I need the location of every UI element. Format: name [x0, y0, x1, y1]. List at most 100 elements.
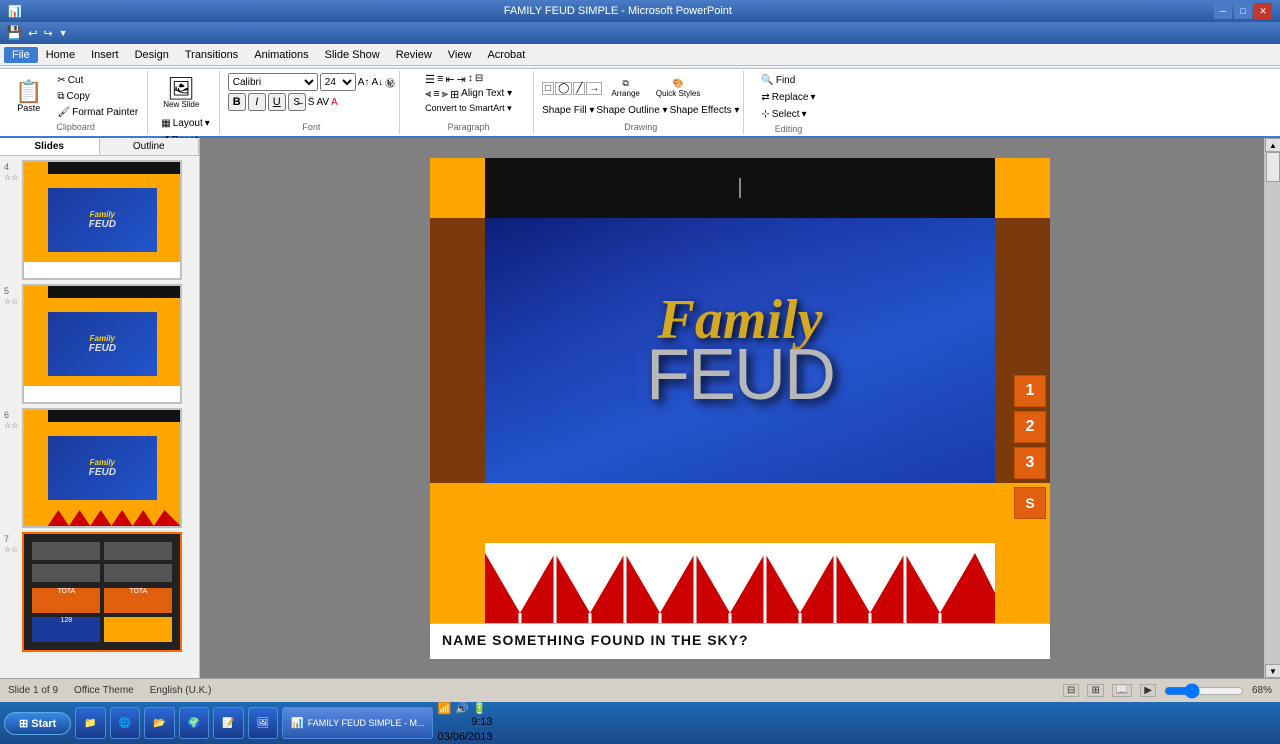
more-quickaccess[interactable]: ▼: [59, 28, 68, 38]
shape-line[interactable]: ╱: [573, 82, 585, 95]
start-button[interactable]: ⊞ Start: [4, 712, 71, 735]
taskbar-files[interactable]: 📂: [144, 707, 174, 739]
text-direction-button[interactable]: ↕: [468, 73, 473, 86]
shape-arrow[interactable]: →: [586, 82, 602, 95]
menu-slideshow[interactable]: Slide Show: [317, 47, 388, 63]
arrange-button[interactable]: ⧉ Arrange: [604, 73, 646, 103]
new-slide-button[interactable]: 🖼 New Slide: [156, 73, 206, 114]
taskbar-powerpoint[interactable]: 📊 FAMILY FEUD SIMPLE - M...: [282, 707, 433, 739]
convert-smartart-button[interactable]: Convert to SmartArt ▾: [425, 103, 512, 114]
menu-transitions[interactable]: Transitions: [177, 47, 246, 63]
top-right-cell: [995, 158, 1050, 218]
shape-fill-button[interactable]: Shape Fill ▾: [542, 105, 594, 116]
align-text-button[interactable]: Align Text ▾: [461, 88, 512, 101]
char-spacing-button[interactable]: AV: [316, 97, 329, 108]
decrease-indent-button[interactable]: ⇤: [445, 73, 454, 86]
tab-outline[interactable]: Outline: [100, 138, 200, 155]
menu-view[interactable]: View: [440, 47, 480, 63]
layout-button[interactable]: ▦ Layout ▾: [156, 116, 215, 131]
underline-button[interactable]: U: [268, 93, 286, 111]
save-quickaccess[interactable]: 💾: [6, 25, 22, 41]
maximize-button[interactable]: □: [1234, 3, 1252, 19]
bold-button[interactable]: B: [228, 93, 246, 111]
slide-thumb-6[interactable]: 6☆☆ FamilyFEUD: [4, 408, 195, 528]
menu-animations[interactable]: Animations: [246, 47, 316, 63]
taskbar-explorer[interactable]: 📁: [75, 707, 105, 739]
clear-format-button[interactable]: ㊙: [385, 75, 395, 90]
cut-button[interactable]: ✂ Cut: [52, 73, 143, 88]
italic-button[interactable]: I: [248, 93, 266, 111]
vertical-scrollbar[interactable]: ▲ ▼: [1264, 138, 1280, 678]
format-painter-button[interactable]: 🖌 Format Painter: [52, 105, 143, 120]
scroll-down-arrow[interactable]: ▼: [1265, 664, 1280, 678]
drawing-group: □ ◯ ╱ → ⧉ Arrange 🎨 Quick Styles: [538, 71, 744, 134]
shape-rect[interactable]: □: [542, 82, 554, 95]
bot-center-cell: [485, 483, 995, 543]
menu-review[interactable]: Review: [388, 47, 440, 63]
replace-icon: ⇄: [761, 92, 769, 103]
explorer-icon: 📁: [84, 718, 96, 729]
align-center-button[interactable]: ≡: [433, 88, 439, 101]
increase-font-button[interactable]: A↑: [358, 77, 370, 88]
network-icon[interactable]: 📶: [437, 702, 451, 715]
undo-quickaccess[interactable]: ↩: [28, 27, 37, 40]
top-left-cell: [430, 158, 485, 218]
cut-icon: ✂: [57, 75, 65, 86]
align-right-button[interactable]: ⫸: [442, 88, 448, 101]
taskbar-paint[interactable]: 🖼: [248, 707, 279, 739]
menu-insert[interactable]: Insert: [83, 47, 127, 63]
taskbar-wordpad[interactable]: 📝: [213, 707, 243, 739]
numbering-button[interactable]: ≡: [437, 73, 443, 86]
font-group: Calibri 24 A↑ A↓ ㊙ B I U S̶ S̈ AV A: [224, 71, 400, 134]
font-color-button[interactable]: A: [331, 97, 338, 108]
tab-slides[interactable]: Slides: [0, 138, 100, 155]
taskbar-browser[interactable]: 🌍: [179, 707, 209, 739]
slideshow-icon[interactable]: ▶: [1140, 684, 1156, 697]
zoom-slider[interactable]: [1164, 683, 1244, 699]
replace-button[interactable]: ⇄ Replace ▾: [756, 90, 820, 105]
slide-thumb-5[interactable]: 5☆☆ FamilyFEUD: [4, 284, 195, 404]
redo-quickaccess[interactable]: ↪: [43, 27, 52, 40]
shape-outline-button[interactable]: Shape Outline ▾: [596, 105, 667, 116]
status-bar: Slide 1 of 9 Office Theme English (U.K.)…: [0, 678, 1280, 702]
menu-home[interactable]: Home: [38, 47, 83, 63]
slide-canvas[interactable]: Family FEUD 1 2 3 S: [430, 158, 1050, 623]
paste-button[interactable]: 📋 Paste: [8, 73, 49, 120]
scroll-track[interactable]: [1265, 152, 1280, 664]
paragraph-group: ☰ ≡ ⇤ ⇥ ↕ ⊟ ⫷ ≡ ⫸ ⊞ Align Text ▾ Convert…: [404, 71, 534, 134]
menu-file[interactable]: File: [4, 47, 38, 63]
scroll-thumb[interactable]: [1266, 152, 1280, 182]
shape-round[interactable]: ◯: [555, 82, 572, 95]
select-button[interactable]: ⊹ Select ▾: [756, 107, 811, 122]
font-name-select[interactable]: Calibri: [228, 73, 318, 91]
menu-bar: File Home Insert Design Transitions Anim…: [0, 44, 1280, 66]
shape-effects-button[interactable]: Shape Effects ▾: [670, 105, 740, 116]
font-size-select[interactable]: 24: [320, 73, 356, 91]
close-button[interactable]: ✕: [1254, 3, 1272, 19]
view-reading-icon[interactable]: 📖: [1112, 684, 1132, 697]
justify-button[interactable]: ⊞: [450, 88, 459, 101]
bot-right-cell: S: [995, 483, 1050, 543]
minimize-button[interactable]: ─: [1214, 3, 1232, 19]
volume-icon[interactable]: 🔊: [455, 702, 469, 715]
taskbar-ie[interactable]: 🌐: [110, 707, 140, 739]
view-slidesorter-icon[interactable]: ⊞: [1087, 684, 1103, 697]
find-button[interactable]: 🔍 Find: [756, 73, 800, 88]
view-normal-icon[interactable]: ⊟: [1063, 684, 1079, 697]
align-left-button[interactable]: ⫷: [425, 88, 431, 101]
slide-thumb-4[interactable]: 4☆☆ FamilyFEUD: [4, 160, 195, 280]
menu-design[interactable]: Design: [127, 47, 177, 63]
arrange-icon: ⧉: [622, 78, 628, 89]
menu-acrobat[interactable]: Acrobat: [479, 47, 533, 63]
quick-styles-button[interactable]: 🎨 Quick Styles: [649, 73, 707, 103]
bullets-button[interactable]: ☰: [425, 73, 435, 86]
text-shadow-button[interactable]: S̈: [308, 97, 315, 108]
decrease-font-button[interactable]: A↓: [371, 77, 383, 88]
slide-thumb-7[interactable]: 7☆☆ TOTA TOTA 128: [4, 532, 195, 652]
scroll-up-arrow[interactable]: ▲: [1265, 138, 1280, 152]
increase-indent-button[interactable]: ⇥: [457, 73, 466, 86]
copy-button[interactable]: ⧉ Copy: [52, 89, 143, 104]
columns-button[interactable]: ⊟: [475, 73, 483, 86]
window-title: FAMILY FEUD SIMPLE - Microsoft PowerPoin…: [22, 5, 1214, 17]
strikethrough-button[interactable]: S̶: [288, 93, 306, 111]
